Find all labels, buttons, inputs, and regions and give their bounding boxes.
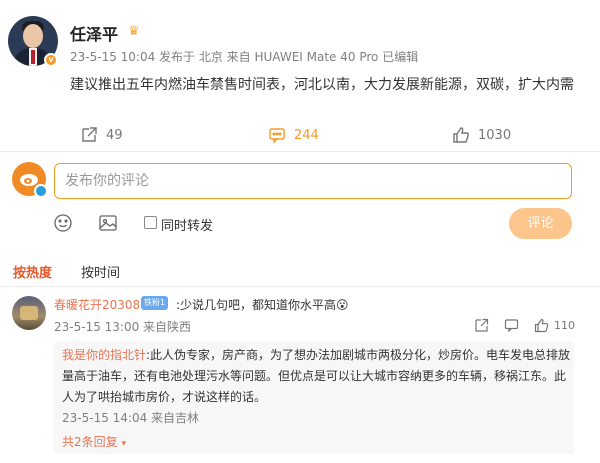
crown-icon: ♛ <box>128 24 140 39</box>
more-replies-link[interactable]: 共2条回复 ▾ <box>62 433 126 450</box>
current-user-avatar <box>12 162 48 198</box>
submit-comment-button[interactable]: 评论 <box>509 208 572 239</box>
verified-badge-icon <box>34 184 48 198</box>
verified-badge-icon: v <box>44 53 58 67</box>
repost-icon <box>82 127 97 142</box>
more-replies-label: 共2条回复 <box>62 435 118 449</box>
repost-count: 49 <box>106 127 123 143</box>
reply-icon <box>504 318 519 332</box>
emoji-icon[interactable] <box>53 213 73 233</box>
repost-button[interactable]: 49 <box>80 124 123 146</box>
comment-count: 244 <box>294 127 319 143</box>
tab-sort-time[interactable]: 按时间 <box>81 262 120 281</box>
like-comment-button[interactable]: 110 <box>534 317 575 333</box>
image-icon[interactable] <box>98 213 118 233</box>
comment-input[interactable] <box>54 163 572 199</box>
reply-comment-button[interactable] <box>504 317 519 333</box>
like-icon <box>453 127 469 143</box>
comment-text: :少说几句吧，都知道你水平高😮 <box>176 298 349 312</box>
post-meta: 23-5-15 10:04 发布于 北京 来自 HUAWEI Mate 40 P… <box>70 50 419 64</box>
reply-user[interactable]: 我是你的指北针 <box>62 348 146 362</box>
tab-sort-hot[interactable]: 按热度 <box>13 262 52 281</box>
reply-block: 我是你的指北针:此人伪专家，房产商，为了想办法加剧城市两极分化，炒房价。电车发电… <box>54 341 574 454</box>
post-text: 建议推出五年内燃油车禁售时间表，河北以南，大力发展新能源，双碳，扩大内需 <box>70 77 574 93</box>
share-icon <box>475 318 489 332</box>
like-count: 1030 <box>478 127 512 143</box>
reply-meta: 23-5-15 14:04 来自吉林 <box>62 411 200 425</box>
share-comment-button[interactable] <box>474 317 489 333</box>
repost-checkbox-label[interactable]: 同时转发 <box>161 215 213 234</box>
avatar-tie <box>31 50 35 64</box>
divider <box>0 286 600 287</box>
like-button[interactable]: 1030 <box>452 124 511 146</box>
comment-button[interactable]: 244 <box>268 124 319 146</box>
author-name[interactable]: 任泽平 <box>70 21 118 45</box>
fan-badge: 铁粉1 <box>141 296 169 310</box>
commenter-name[interactable]: 春暖花开20308 <box>54 296 140 313</box>
avatar-picture <box>20 306 38 320</box>
divider <box>0 151 600 152</box>
like-icon <box>534 318 549 332</box>
reply-text-container: 我是你的指北针:此人伪专家，房产商，为了想办法加剧城市两极分化，炒房价。电车发电… <box>62 345 572 408</box>
chevron-down-icon: ▾ <box>121 439 126 449</box>
comment-like-count: 110 <box>554 318 575 332</box>
repost-checkbox[interactable] <box>144 216 157 229</box>
comment-icon <box>269 128 285 144</box>
comment-meta: 23-5-15 13:00 来自陕西 <box>54 320 192 334</box>
avatar-face <box>23 24 43 48</box>
commenter-avatar[interactable] <box>12 296 46 330</box>
